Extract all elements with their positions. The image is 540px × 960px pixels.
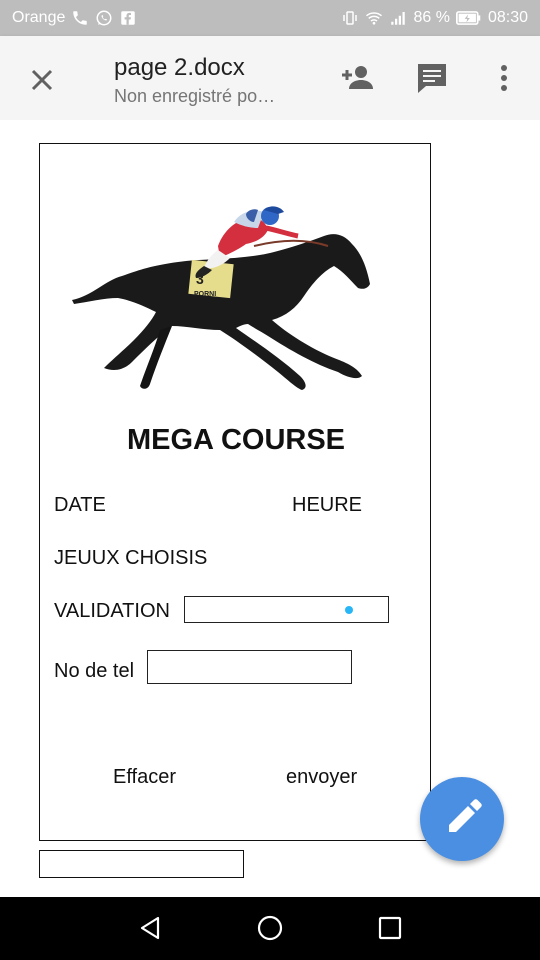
- save-status: Non enregistré po…: [114, 86, 276, 106]
- whatsapp-icon: [96, 10, 112, 26]
- recents-square-icon: [378, 916, 402, 940]
- battery-percent: 86 %: [413, 9, 450, 26]
- facebook-icon: [121, 11, 136, 25]
- wifi-icon: [366, 12, 383, 25]
- saddle-text: PORNI: [194, 291, 216, 298]
- back-triangle-icon: [140, 916, 160, 940]
- recents-button[interactable]: [375, 913, 405, 943]
- back-button[interactable]: [136, 913, 166, 943]
- close-icon: [31, 69, 53, 91]
- racehorse-image: 3 PORNI: [72, 206, 370, 390]
- document-title: page 2.docx: [114, 54, 245, 81]
- share-button[interactable]: [338, 58, 378, 98]
- add-person-icon: [342, 66, 373, 89]
- pencil-icon: [449, 799, 482, 832]
- edit-fab-button[interactable]: [420, 777, 504, 861]
- clock: 08:30: [487, 9, 528, 26]
- status-bar-left: Orange: [12, 8, 137, 28]
- phone-number-field[interactable]: [147, 650, 352, 684]
- more-options-button[interactable]: [488, 58, 520, 98]
- heure-label: HEURE: [292, 494, 363, 516]
- validation-label: VALIDATION: [54, 600, 170, 622]
- close-button[interactable]: [22, 56, 62, 100]
- jeux-choisis-label: JEUUX CHOISIS: [54, 547, 208, 569]
- bottom-text-box[interactable]: [39, 850, 244, 878]
- app-bar: page 2.docx Non enregistré po…: [0, 36, 540, 120]
- clear-button[interactable]: Effacer: [113, 766, 176, 789]
- battery-charging-icon: [455, 11, 481, 25]
- comment-icon: [418, 64, 446, 93]
- status-bar: Orange 86 % 08:30: [0, 0, 540, 36]
- home-circle-icon: [257, 915, 283, 941]
- text-cursor-dot: [345, 606, 353, 614]
- home-button[interactable]: [255, 913, 285, 943]
- status-bar-right: 86 % 08:30: [341, 8, 528, 28]
- signal-icon: [391, 12, 406, 25]
- date-label: DATE: [54, 494, 106, 516]
- carrier-name: Orange: [12, 9, 66, 26]
- navigation-bar: [0, 897, 540, 960]
- form-title: MEGA COURSE: [126, 424, 346, 456]
- vibrate-icon: [343, 11, 358, 25]
- send-button[interactable]: envoyer: [286, 766, 357, 789]
- validation-field[interactable]: [184, 596, 389, 623]
- phone-icon: [73, 11, 88, 25]
- phone-number-label: No de tel: [54, 660, 135, 682]
- more-vert-icon: [501, 65, 507, 91]
- comment-button[interactable]: [412, 58, 452, 98]
